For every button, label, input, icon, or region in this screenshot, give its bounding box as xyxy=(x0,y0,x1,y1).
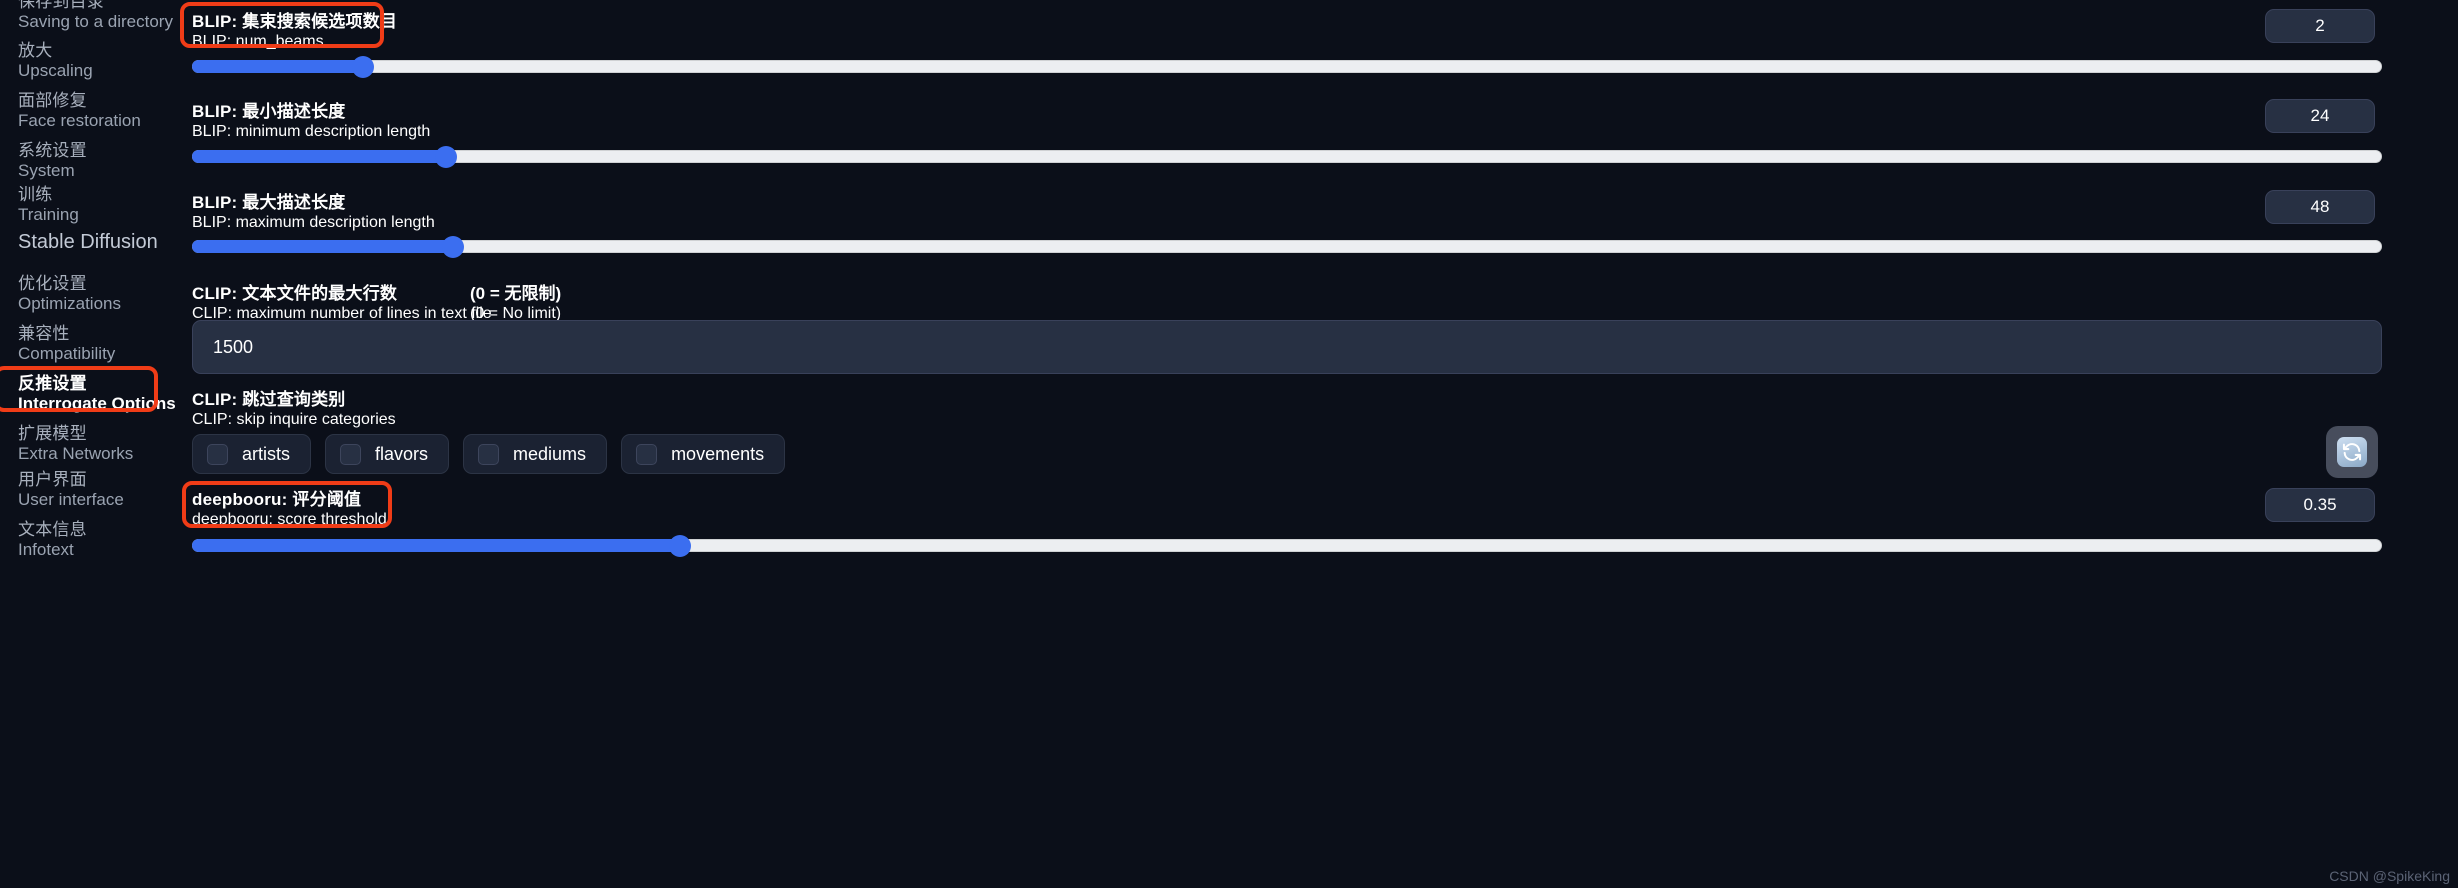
setting-label: deepbooru: 评分阈值 deepbooru: score thresho… xyxy=(192,490,387,530)
sidebar-item-label-cn: 兼容性 xyxy=(18,324,70,343)
slider-knob[interactable] xyxy=(669,534,692,557)
sidebar-section-label: Stable Diffusion xyxy=(18,231,158,253)
deepbooru-score-threshold-slider[interactable] xyxy=(192,534,2382,557)
sidebar-item-label-en: Infotext xyxy=(18,540,74,560)
setting-label-en: BLIP: maximum description length xyxy=(192,214,435,232)
blip-min-length-slider[interactable] xyxy=(192,145,2382,168)
sidebar-item-interrogate-options[interactable]: 反推设置 Interrogate Options xyxy=(18,374,176,414)
sidebar-item-upscaling[interactable]: 放大 Upscaling xyxy=(18,41,93,81)
sidebar-item-label-cn: 系统设置 xyxy=(18,141,87,160)
blip-num-beams-value[interactable]: 2 xyxy=(2265,9,2375,43)
sidebar-item-saving-to-a-directory[interactable]: 保存到目录 Saving to a directory xyxy=(18,0,173,32)
setting-label-en: CLIP: skip inquire categories xyxy=(192,411,396,429)
sidebar-item-label-en: Compatibility xyxy=(18,344,116,364)
checkbox-artists[interactable]: artists xyxy=(192,434,312,474)
sidebar-item-label-cn: 扩展模型 xyxy=(18,424,87,443)
sidebar-item-training[interactable]: 训练 Training xyxy=(18,185,79,225)
settings-sidebar: 保存到目录 Saving to a directory 放大 Upscaling… xyxy=(0,0,180,888)
sidebar-item-face-restoration[interactable]: 面部修复 Face restoration xyxy=(18,91,141,131)
settings-main-panel: BLIP: 集束搜索候选项数目 BLIP: num_beams 2 BLIP: … xyxy=(180,0,2458,888)
sidebar-item-label-cn: 文本信息 xyxy=(18,520,87,539)
setting-label-en: BLIP: num_beams xyxy=(192,33,324,51)
sidebar-item-label-cn: 优化设置 xyxy=(18,274,87,293)
setting-label-cn: BLIP: 集束搜索候选项数目 xyxy=(192,12,398,31)
sidebar-item-optimizations[interactable]: 优化设置 Optimizations xyxy=(18,274,121,314)
setting-label: BLIP: 最小描述长度 BLIP: minimum description l… xyxy=(192,102,430,142)
checkbox-label: artists xyxy=(242,443,291,464)
sidebar-item-label-cn: 训练 xyxy=(18,185,53,204)
slider-fill xyxy=(192,150,447,163)
watermark: CSDN @SpikeKing xyxy=(2329,868,2450,884)
blip-num-beams-slider[interactable] xyxy=(192,55,2382,78)
setting-label-extra-cn: (0 = 无限制) xyxy=(470,284,562,303)
checkbox-box-icon[interactable] xyxy=(636,443,658,465)
sidebar-item-label-en: Optimizations xyxy=(18,294,121,314)
sidebar-item-label-en: Training xyxy=(18,205,79,225)
sidebar-item-label-en: Interrogate Options xyxy=(18,394,176,414)
setting-label: CLIP: 跳过查询类别 CLIP: skip inquire categori… xyxy=(192,390,396,430)
checkbox-box-icon[interactable] xyxy=(478,443,500,465)
setting-blip-max-length: BLIP: 最大描述长度 BLIP: maximum description l… xyxy=(192,193,435,233)
refresh-icon xyxy=(2337,437,2367,467)
blip-max-length-slider[interactable] xyxy=(192,235,2382,258)
setting-label-cn: BLIP: 最大描述长度 xyxy=(192,193,346,212)
setting-label: BLIP: 最大描述长度 BLIP: maximum description l… xyxy=(192,193,435,233)
setting-blip-min-length: BLIP: 最小描述长度 BLIP: minimum description l… xyxy=(192,102,430,142)
slider-fill xyxy=(192,60,363,73)
skip-inquire-category-group: artists flavors mediums movements xyxy=(192,434,786,474)
setting-label: BLIP: 集束搜索候选项数目 BLIP: num_beams xyxy=(192,12,397,52)
slider-fill xyxy=(192,240,453,253)
sidebar-item-label-en: Saving to a directory xyxy=(18,12,173,32)
settings-page: 保存到目录 Saving to a directory 放大 Upscaling… xyxy=(0,0,2458,888)
setting-label-en: BLIP: minimum description length xyxy=(192,123,431,141)
blip-max-length-value[interactable]: 48 xyxy=(2265,190,2375,224)
checkbox-movements[interactable]: movements xyxy=(621,434,786,474)
sidebar-item-label-cn: 放大 xyxy=(18,41,53,60)
sidebar-item-label-en: Face restoration xyxy=(18,111,141,131)
sidebar-item-compatibility[interactable]: 兼容性 Compatibility xyxy=(18,324,115,364)
sidebar-item-user-interface[interactable]: 用户界面 User interface xyxy=(18,470,124,510)
deepbooru-score-threshold-value[interactable]: 0.35 xyxy=(2265,488,2375,522)
checkbox-box-icon[interactable] xyxy=(340,443,362,465)
checkbox-label: flavors xyxy=(375,443,429,464)
setting-label-cn: CLIP: 跳过查询类别 xyxy=(192,390,346,409)
setting-deepbooru-score-threshold: deepbooru: 评分阈值 deepbooru: score thresho… xyxy=(192,490,387,530)
checkbox-label: mediums xyxy=(513,443,587,464)
setting-label-en: deepbooru: score threshold xyxy=(192,511,387,529)
checkbox-mediums[interactable]: mediums xyxy=(463,434,608,474)
slider-knob[interactable] xyxy=(435,145,458,168)
sidebar-item-label-cn: 保存到目录 xyxy=(18,0,104,11)
sidebar-item-label-en: Extra Networks xyxy=(18,444,134,464)
sidebar-item-extra-networks[interactable]: 扩展模型 Extra Networks xyxy=(18,424,133,464)
setting-label-cn: BLIP: 最小描述长度 xyxy=(192,102,346,121)
clip-max-lines-input[interactable]: 1500 xyxy=(192,320,2382,374)
sidebar-item-infotext[interactable]: 文本信息 Infotext xyxy=(18,520,87,560)
checkbox-label: movements xyxy=(671,443,765,464)
sidebar-item-label-en: User interface xyxy=(18,490,124,510)
sidebar-item-label-en: System xyxy=(18,161,75,181)
setting-clip-skip-inquire-label: CLIP: 跳过查询类别 CLIP: skip inquire categori… xyxy=(192,390,396,430)
sidebar-item-system[interactable]: 系统设置 System xyxy=(18,141,87,181)
refresh-button[interactable] xyxy=(2326,426,2378,478)
sidebar-item-label-cn: 反推设置 xyxy=(18,374,87,393)
sidebar-section-stable-diffusion: Stable Diffusion xyxy=(18,231,158,255)
checkbox-flavors[interactable]: flavors xyxy=(325,434,450,474)
checkbox-box-icon[interactable] xyxy=(207,443,228,465)
slider-fill xyxy=(192,539,681,552)
slider-knob[interactable] xyxy=(441,235,464,258)
sidebar-item-label-cn: 用户界面 xyxy=(18,470,87,489)
sidebar-item-label-en: Upscaling xyxy=(18,61,93,81)
setting-blip-num-beams: BLIP: 集束搜索候选项数目 BLIP: num_beams xyxy=(192,12,397,52)
blip-min-length-value[interactable]: 24 xyxy=(2265,99,2375,133)
sidebar-item-label-cn: 面部修复 xyxy=(18,91,87,110)
slider-knob[interactable] xyxy=(351,55,374,78)
setting-label-cn: deepbooru: 评分阈值 xyxy=(192,490,362,509)
